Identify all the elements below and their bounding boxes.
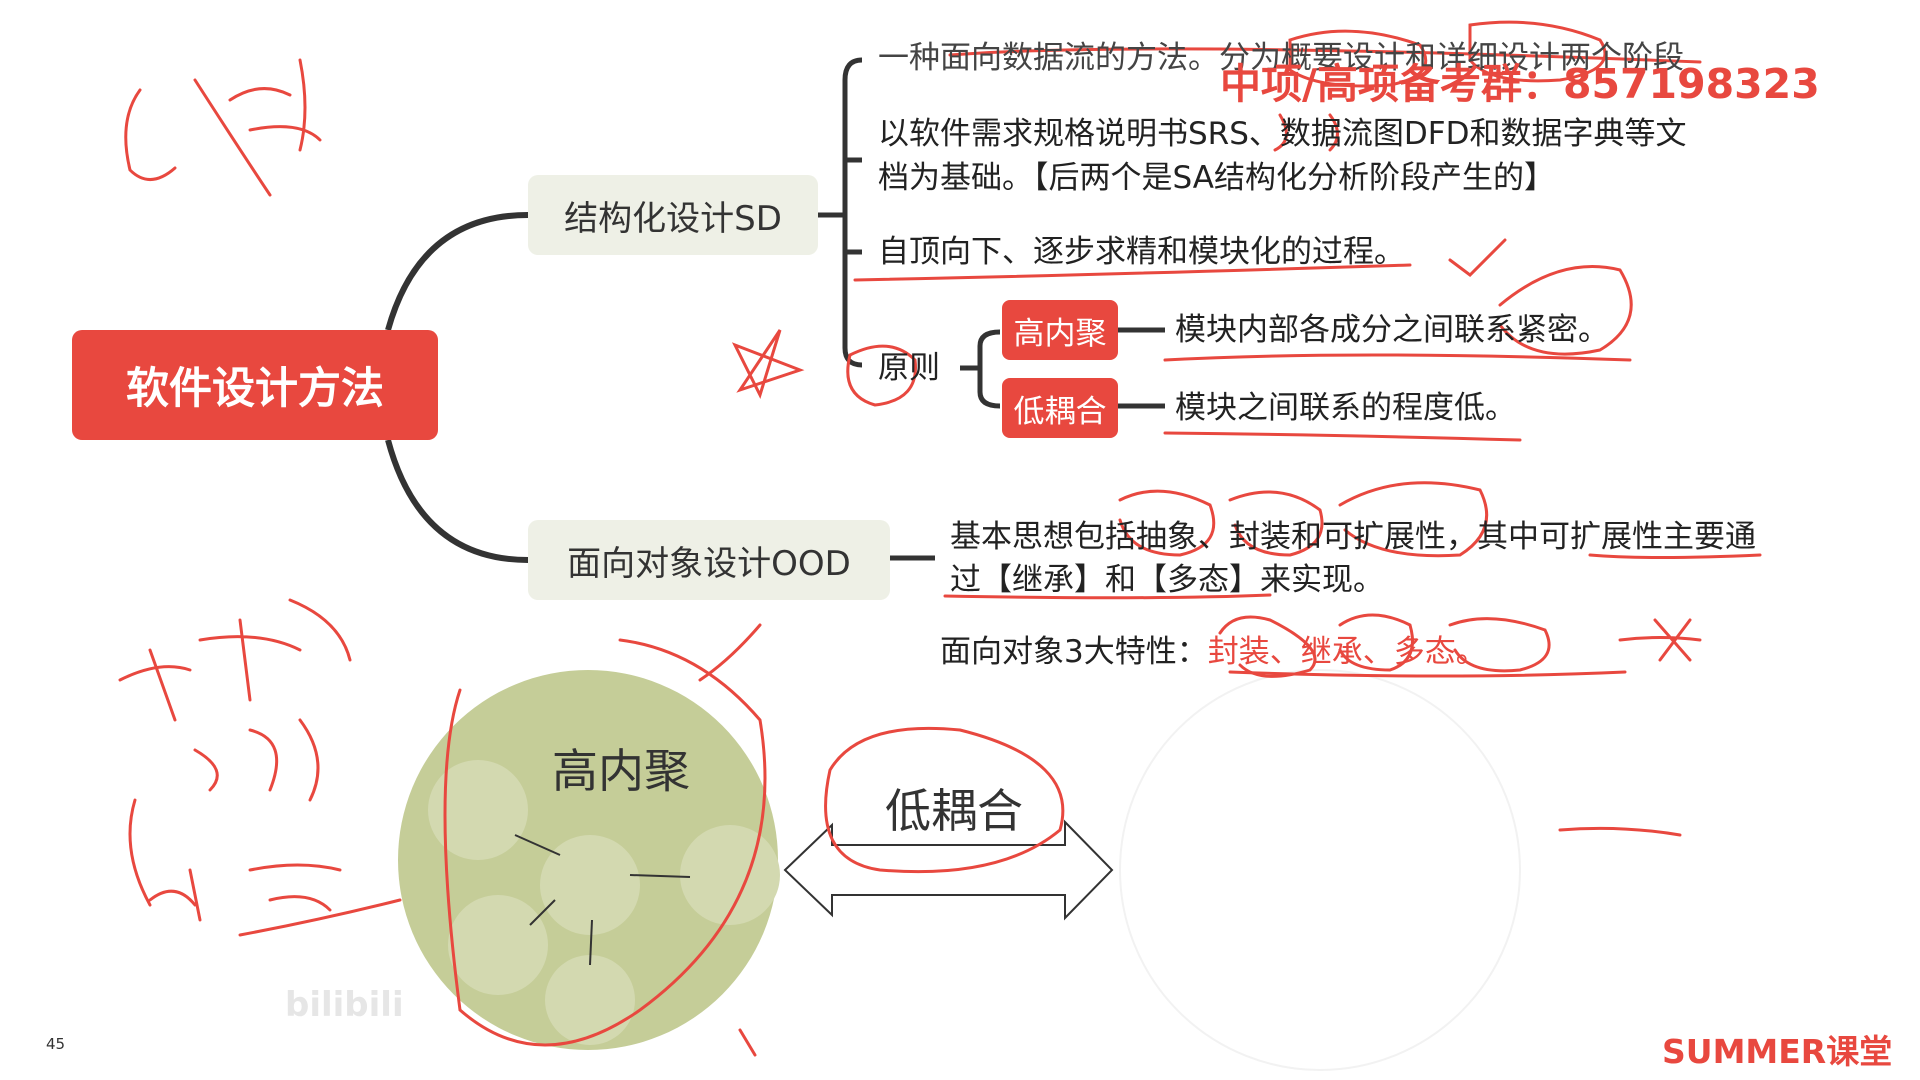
ood-features-prefix: 面向对象3大特性：: [940, 634, 1208, 670]
brand-prefix: SUMMER: [1662, 1032, 1827, 1071]
cohesion-tag: 高内聚: [1002, 300, 1118, 360]
brand-logo: SUMMER课堂: [1662, 1025, 1892, 1073]
root-node: 软件设计方法: [72, 330, 438, 440]
ood-branch-node: 面向对象设计OOD: [528, 520, 890, 600]
coupling-tag: 低耦合: [1002, 378, 1118, 438]
watermark-group-number: 中项/高项备考群：857198323: [1220, 60, 1820, 108]
principle-label: 原则: [878, 350, 940, 386]
ood-desc-line1: 基本思想包括抽象、封装和可扩展性，其中可扩展性主要通: [950, 519, 1756, 555]
ood-features: 面向对象3大特性：封装、继承、多态。: [940, 630, 1487, 674]
cohesion-desc: 模块内部各成分之间联系紧密。: [1175, 312, 1609, 348]
sd-item-3: 自顶向下、逐步求精和模块化的过程。: [878, 234, 1405, 270]
sd-item-2a: 以软件需求规格说明书SRS、数据流图DFD和数据字典等文: [878, 116, 1687, 152]
sd-item-2b: 档为基础。【后两个是SA结构化分析阶段产生的】: [878, 160, 1555, 196]
ood-features-list: 封装、继承、多态。: [1207, 634, 1487, 670]
coupling-arrow-label: 低耦合: [885, 784, 1023, 838]
page-number: 45: [46, 1035, 66, 1053]
slide: 软件设计方法 结构化设计SD 一种面向数据流的方法。分为概要设计和详细设计两个阶…: [0, 0, 1920, 1080]
cohesion-circle-label: 高内聚: [552, 744, 690, 798]
brand-suffix: 课堂: [1826, 1032, 1893, 1071]
ood-desc-line2: 过【继承】和【多态】来实现。: [950, 562, 1384, 598]
bilibili-logo: bilibili: [285, 985, 404, 1025]
sd-branch-node: 结构化设计SD: [528, 175, 818, 255]
coupling-desc: 模块之间联系的程度低。: [1175, 390, 1516, 426]
